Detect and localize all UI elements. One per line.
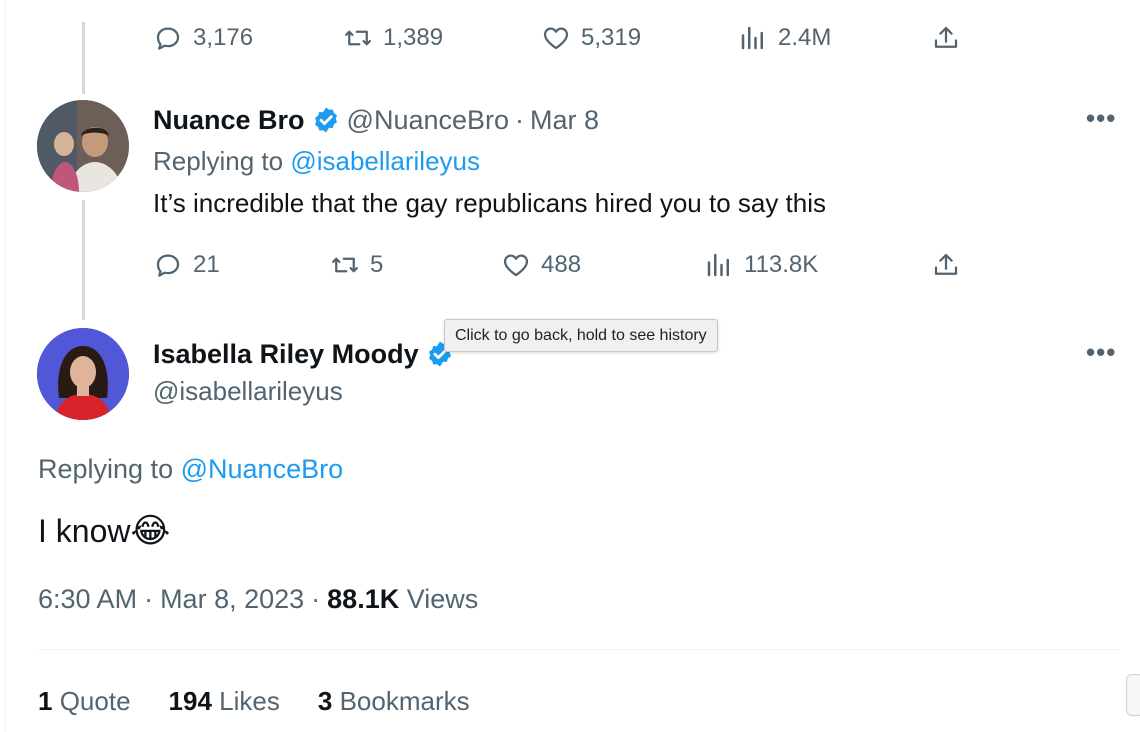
nuancebro-avatar[interactable] — [37, 100, 129, 192]
meta-separator: · — [144, 584, 154, 614]
meta-separator: · — [311, 584, 321, 614]
views-icon — [707, 253, 729, 277]
avatar-photo-icon — [37, 100, 129, 192]
main-meta-line: 6:30 AM · Mar 8, 2023 · 88.1K Views — [38, 584, 478, 615]
main-more-button[interactable]: ••• — [1086, 337, 1116, 368]
tweet-date[interactable]: Mar 8, 2023 — [160, 584, 304, 615]
reply-author-name[interactable]: Nuance Bro — [153, 105, 305, 136]
reply-more-button[interactable]: ••• — [1086, 103, 1116, 134]
reply-retweet-count: 5 — [370, 251, 384, 278]
replying-to-link[interactable]: @NuanceBro — [181, 454, 344, 485]
top-like-count: 5,319 — [581, 24, 642, 51]
replying-label: Replying to — [153, 146, 284, 176]
avatar-photo-icon — [37, 328, 129, 420]
reply-text: It’s incredible that the gay republicans… — [153, 188, 827, 218]
views-icon — [741, 26, 763, 50]
thread-line-top — [82, 22, 85, 94]
like-icon — [543, 27, 569, 50]
top-reply-count: 3,176 — [193, 24, 254, 51]
reply-reply-count: 21 — [193, 251, 220, 278]
reply-like-count: 488 — [541, 251, 582, 278]
reply-author-handle[interactable]: @NuanceBro — [347, 105, 510, 136]
left-border — [5, 0, 6, 732]
reply-views-count: 113.8K — [744, 251, 819, 278]
reply-views-button[interactable]: 113.8K — [704, 250, 818, 280]
like-icon — [503, 254, 529, 277]
top-retweet-button[interactable]: 1,389 — [343, 23, 443, 53]
more-icon: ••• — [1086, 337, 1117, 367]
views-label: Views — [406, 584, 479, 614]
back-button-tooltip: Click to go back, hold to see history — [444, 319, 718, 352]
likes-label: Likes — [219, 686, 280, 716]
top-share-button[interactable] — [931, 23, 961, 53]
thread-line-middle — [82, 200, 85, 320]
top-views-button[interactable]: 2.4M — [738, 23, 831, 53]
reply-header: Nuance Bro @NuanceBro · Mar 8 — [153, 104, 599, 136]
main-tweet-text: I know 😂 — [38, 511, 170, 551]
main-replying-line: Replying to @NuanceBro — [38, 454, 343, 485]
quotes-label: Quote — [59, 686, 131, 716]
main-text: I know — [38, 512, 131, 549]
isabella-avatar[interactable] — [37, 328, 129, 420]
replying-label: Replying to — [38, 454, 174, 484]
quotes-count: 1 — [38, 686, 53, 716]
header-separator: · — [515, 104, 525, 135]
views-count: 88.1K — [327, 584, 400, 614]
reply-icon — [156, 27, 180, 50]
tweet-time[interactable]: 6:30 AM — [38, 584, 137, 615]
likes-stat[interactable]: 194 Likes — [169, 686, 280, 717]
engagement-stats: 1 Quote 194 Likes 3 Bookmarks — [38, 686, 470, 717]
reply-like-button[interactable]: 488 — [501, 250, 581, 280]
retweet-icon — [332, 257, 358, 273]
top-like-button[interactable]: 5,319 — [541, 23, 641, 53]
more-icon: ••• — [1086, 103, 1117, 133]
reply-reply-button[interactable]: 21 — [153, 250, 220, 280]
reply-date[interactable]: Mar 8 — [530, 105, 599, 136]
scroll-handle[interactable] — [1126, 674, 1140, 716]
top-views-count: 2.4M — [778, 24, 832, 51]
bookmarks-count: 3 — [317, 686, 333, 716]
share-icon — [934, 253, 958, 275]
main-author-handle[interactable]: @isabellarileyus — [153, 376, 343, 407]
replying-to-link[interactable]: @isabellarileyus — [290, 146, 480, 177]
bookmarks-stat[interactable]: 3 Bookmarks — [318, 686, 470, 717]
reply-share-button[interactable] — [931, 250, 961, 280]
laughing-emoji-icon: 😂 — [130, 512, 171, 550]
divider — [38, 649, 1119, 650]
main-author-name[interactable]: Isabella Riley Moody — [153, 339, 419, 370]
bookmarks-label: Bookmarks — [339, 686, 470, 716]
top-retweet-count: 1,389 — [383, 24, 444, 51]
reply-retweet-button[interactable]: 5 — [330, 250, 383, 280]
retweet-icon — [345, 30, 371, 46]
likes-count: 194 — [168, 686, 212, 716]
top-reply-button[interactable]: 3,176 — [153, 23, 253, 53]
quotes-stat[interactable]: 1 Quote — [38, 686, 131, 717]
reply-replying-line: Replying to @isabellarileyus — [153, 146, 480, 177]
reply-icon — [156, 254, 180, 277]
verified-icon — [314, 107, 337, 133]
share-icon — [934, 26, 958, 48]
main-header: Isabella Riley Moody — [153, 337, 455, 371]
